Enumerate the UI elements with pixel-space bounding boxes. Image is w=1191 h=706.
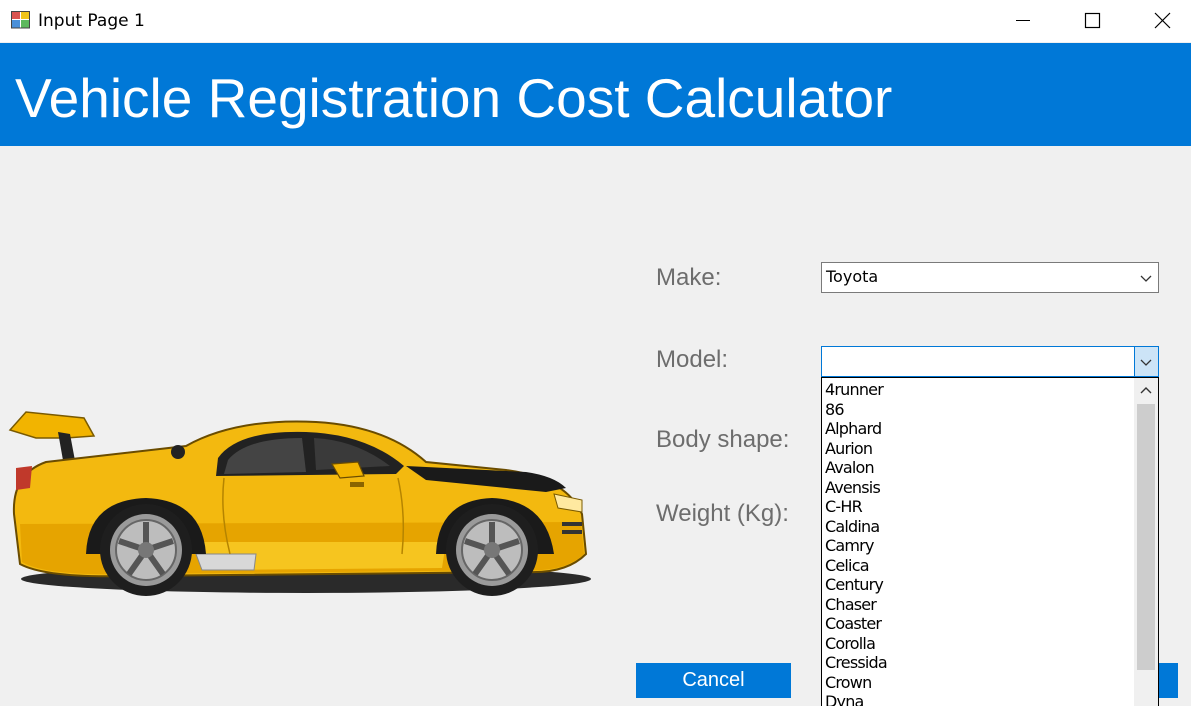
model-option[interactable]: Corolla: [825, 634, 887, 654]
model-options: 4runner 86 Alphard Aurion Avalon Avensis C-HR C…: [825, 380, 888, 706]
page-title: Vehicle Registration Cost Calculator: [15, 67, 893, 129]
weight-label: Weight (Kg):: [656, 500, 789, 527]
chevron-down-icon: [1140, 275, 1152, 282]
title-bar: Input Page 1: [0, 0, 1191, 42]
model-option[interactable]: Caldina: [825, 517, 887, 537]
close-icon: [1154, 12, 1171, 29]
model-option[interactable]: Chaser: [825, 595, 887, 615]
model-option[interactable]: Century: [825, 575, 887, 595]
make-selected-value: Toyota: [826, 267, 879, 286]
model-option[interactable]: Crown: [825, 673, 887, 693]
model-option[interactable]: 86: [825, 400, 887, 420]
model-dropdown-list[interactable]: 4runner 86 Alphard Aurion Avalon Avensis C-HR C…: [821, 377, 1159, 706]
minimize-button[interactable]: [988, 0, 1058, 42]
maximize-icon: [1084, 12, 1101, 29]
model-option[interactable]: Dyna: [825, 692, 887, 706]
chevron-down-icon: [1140, 359, 1152, 366]
model-option[interactable]: 4runner: [825, 380, 887, 400]
make-label: Make:: [656, 264, 722, 291]
sports-car-illustration: [8, 411, 591, 596]
maximize-button[interactable]: [1057, 0, 1127, 42]
model-option[interactable]: Cressida: [825, 653, 888, 673]
window-title: Input Page 1: [38, 11, 145, 31]
body-shape-label: Body shape:: [656, 426, 790, 453]
model-option[interactable]: Camry: [825, 536, 887, 556]
header-banner: Vehicle Registration Cost Calculator: [0, 43, 1191, 146]
model-option[interactable]: C-HR: [825, 497, 887, 517]
minimize-icon: [1016, 20, 1030, 21]
model-option[interactable]: Avalon: [825, 458, 887, 478]
close-button[interactable]: [1127, 0, 1191, 42]
chevron-up-icon[interactable]: [1140, 386, 1152, 396]
cancel-button[interactable]: Cancel: [636, 663, 791, 698]
model-label: Model:: [656, 346, 729, 373]
model-option[interactable]: Celica: [825, 556, 887, 576]
make-select[interactable]: Toyota: [821, 262, 1159, 293]
model-option[interactable]: Avensis: [825, 478, 887, 498]
app-icon: [11, 11, 30, 29]
model-option[interactable]: Coaster: [825, 614, 887, 634]
scrollbar-thumb[interactable]: [1137, 404, 1155, 670]
model-select[interactable]: [821, 346, 1159, 377]
vertical-scrollbar[interactable]: [1134, 378, 1158, 706]
model-option[interactable]: Alphard: [825, 419, 887, 439]
model-dropdown-button[interactable]: [1134, 347, 1158, 376]
model-option[interactable]: Aurion: [825, 439, 887, 459]
